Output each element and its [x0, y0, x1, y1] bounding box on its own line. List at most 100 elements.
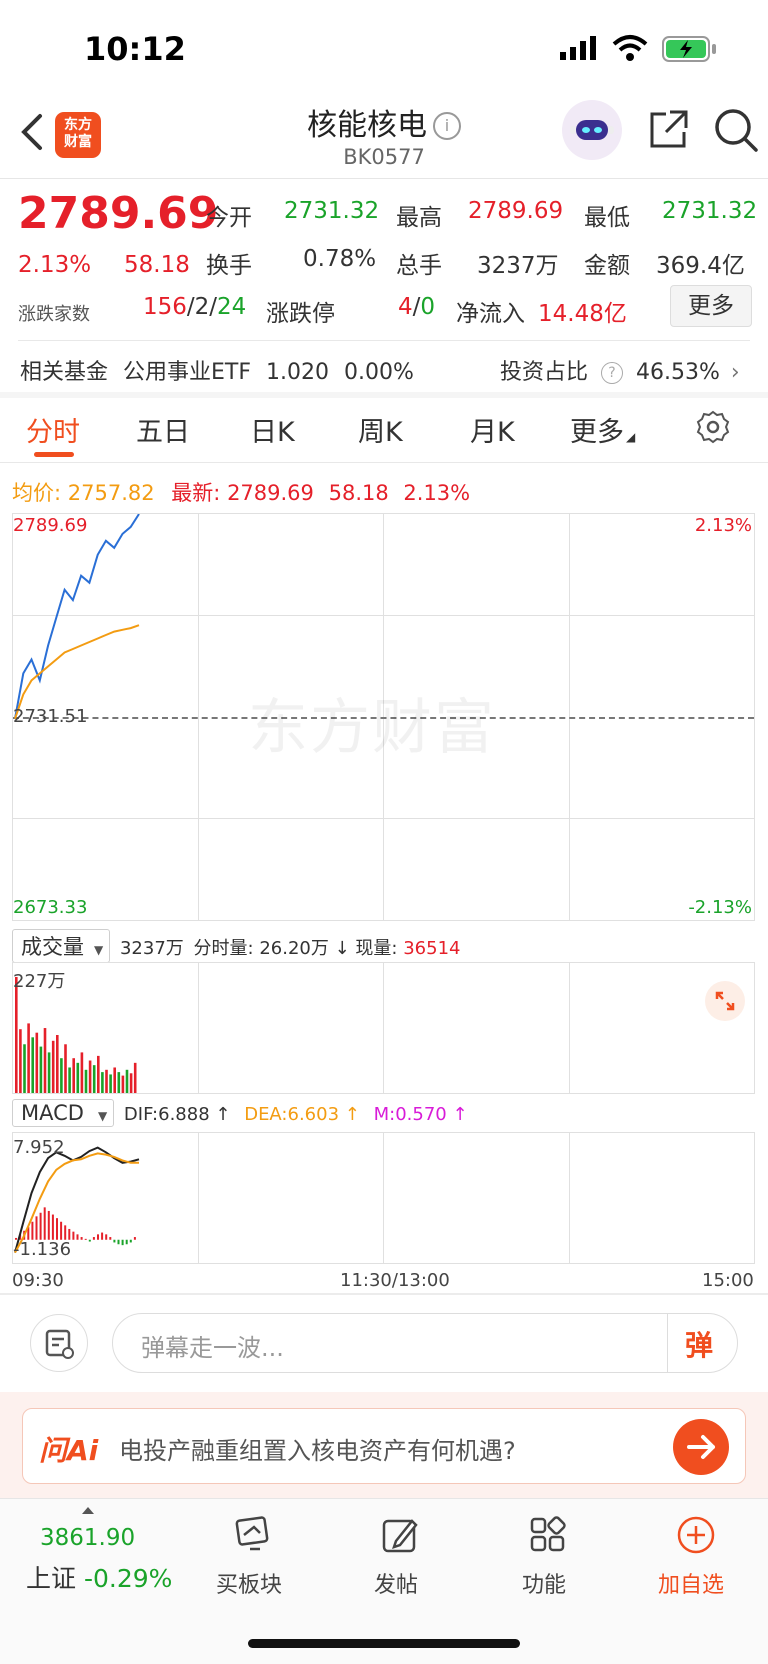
rise-count: 156 — [143, 294, 187, 320]
limit-label: 涨跌停 — [266, 301, 335, 327]
macd-bar — [113, 1239, 116, 1243]
index-name: 上证 — [26, 1564, 77, 1593]
volume-bar — [43, 1028, 47, 1093]
nav-buy-sector[interactable]: 买板块 — [216, 1567, 282, 1599]
now-volume-value: 36514 — [403, 938, 461, 959]
inflow-value: 14.48亿 — [538, 301, 627, 327]
tab-wuri[interactable]: 五日 — [136, 410, 190, 449]
macd-top-tick: 7.952 — [13, 1137, 65, 1158]
divider — [18, 340, 750, 341]
danmu-input[interactable]: 弹幕走一波... 弹 — [112, 1313, 738, 1373]
search-icon[interactable] — [712, 106, 760, 154]
flat-count: 2 — [194, 294, 210, 320]
y-tick-base: 2731.51 — [13, 706, 88, 727]
volume-value: 3237万 — [477, 253, 559, 279]
settings-icon[interactable] — [696, 410, 730, 444]
volume-chart[interactable]: 227万 — [12, 962, 755, 1094]
latest-label: 最新: — [171, 481, 221, 505]
macd-bar — [51, 1214, 54, 1240]
change-pct: 2.13% — [18, 252, 92, 278]
battery-icon — [662, 36, 718, 62]
volume-bar — [76, 1062, 80, 1093]
arrow-right-icon[interactable] — [673, 1419, 729, 1475]
volume-bar — [27, 1023, 30, 1093]
dropdown-icon: ▼ — [97, 1109, 108, 1123]
fall-count: 24 — [217, 294, 247, 320]
rise-fall-counts: 156/2/24 — [143, 294, 247, 320]
volume-header: 成交量 ▼ 3237万 分时量: 26.20万 ↓ 现量: 36514 — [12, 929, 461, 963]
add-watchlist-icon[interactable] — [674, 1513, 718, 1557]
index-quote[interactable]: 上证 -0.29% — [26, 1559, 172, 1595]
danmu-toggle-button[interactable]: 弹 — [685, 1324, 713, 1364]
dif-value: 6.888 ↑ — [158, 1104, 231, 1125]
tab-day-k[interactable]: 日K — [250, 410, 295, 449]
tabs-divider — [0, 462, 768, 463]
tab-fenshi[interactable]: 分时 — [26, 410, 80, 449]
volume-bar — [109, 1074, 112, 1093]
macd-lines — [14, 1146, 140, 1254]
nav-post[interactable]: 发帖 — [374, 1567, 418, 1599]
volume-bar — [47, 1052, 51, 1093]
share-icon[interactable] — [646, 108, 690, 152]
nav-add-watchlist[interactable]: 加自选 — [658, 1567, 724, 1599]
macd-bar — [56, 1218, 58, 1240]
latest-price-line — [14, 514, 140, 719]
macd-bar — [105, 1234, 108, 1240]
macd-bar — [72, 1231, 75, 1240]
limit-up: 4 — [398, 294, 413, 320]
tab-more[interactable]: 更多 ◢ — [570, 410, 635, 449]
dea-label: DEA: — [244, 1104, 288, 1125]
post-icon[interactable] — [378, 1513, 422, 1557]
avg-label: 均价: — [12, 481, 62, 505]
now-volume-label: 现量: — [355, 938, 398, 959]
macd-header: MACD ▼ DIF:6.888 ↑ DEA:6.603 ↑ M:0.570 ↑ — [12, 1099, 468, 1127]
volume-bar — [92, 1065, 96, 1093]
macd-selector[interactable]: MACD ▼ — [12, 1099, 115, 1127]
help-icon[interactable]: ? — [601, 362, 624, 384]
down-arrow-icon: ↓ — [334, 938, 350, 959]
macd-bar — [129, 1239, 132, 1243]
volume-bar — [23, 1044, 26, 1093]
fund-ratio[interactable]: 投资占比 ? 46.53% › — [500, 354, 740, 386]
notes-icon[interactable] — [30, 1314, 88, 1372]
macd-bar — [76, 1234, 79, 1240]
ai-brand: 问Ai — [39, 1434, 99, 1467]
volume-bar — [56, 1035, 59, 1093]
m-label: M: — [373, 1104, 396, 1125]
volume-selector[interactable]: 成交量 ▼ — [12, 929, 111, 963]
ratio-value: 46.53% — [636, 360, 720, 385]
volume-bar — [88, 1060, 92, 1093]
open-value: 2731.32 — [284, 198, 380, 224]
volume-bar — [64, 1044, 67, 1093]
tab-week-k[interactable]: 周K — [358, 410, 403, 449]
section-gap — [0, 1293, 768, 1295]
volume-bar — [133, 1062, 137, 1093]
robot-avatar-icon[interactable] — [562, 100, 622, 160]
macd-chart[interactable]: 7.952 -1.136 — [12, 1132, 755, 1264]
low-value: 2731.32 — [662, 198, 758, 224]
volume-bar — [129, 1073, 133, 1093]
ratio-label: 投资占比 — [500, 360, 589, 385]
index-value[interactable]: 3861.90 — [40, 1525, 135, 1551]
dif-label: DIF: — [123, 1104, 159, 1125]
volume-bar — [97, 1055, 100, 1093]
inflow-label: 净流入 — [456, 301, 525, 327]
macd-bar — [121, 1239, 124, 1246]
divider — [667, 1314, 668, 1372]
price-chart[interactable]: 东方财富 2789.69 2731.51 2673.33 2.13% -2.13… — [12, 513, 755, 921]
buy-sector-icon[interactable] — [230, 1513, 274, 1557]
fund-row[interactable]: 相关基金 公用事业ETF 1.020 0.00% — [20, 354, 414, 386]
more-button[interactable]: 更多 — [670, 285, 752, 327]
tab-month-k[interactable]: 月K — [470, 410, 515, 449]
function-icon[interactable] — [526, 1513, 570, 1557]
info-icon[interactable]: i — [433, 112, 461, 140]
low-label: 最低 — [584, 205, 630, 231]
open-label: 今开 — [206, 205, 252, 231]
expand-icon[interactable] — [705, 981, 745, 1021]
ai-question-card[interactable]: 问Ai 电投产融重组置入核电资产有何机遇? — [22, 1408, 746, 1484]
nav-function[interactable]: 功能 — [522, 1567, 566, 1599]
index-pct: -0.29% — [83, 1564, 173, 1593]
volume-bar — [80, 1052, 84, 1093]
macd-bar — [80, 1237, 83, 1240]
latest-pct: 2.13% — [403, 481, 471, 505]
